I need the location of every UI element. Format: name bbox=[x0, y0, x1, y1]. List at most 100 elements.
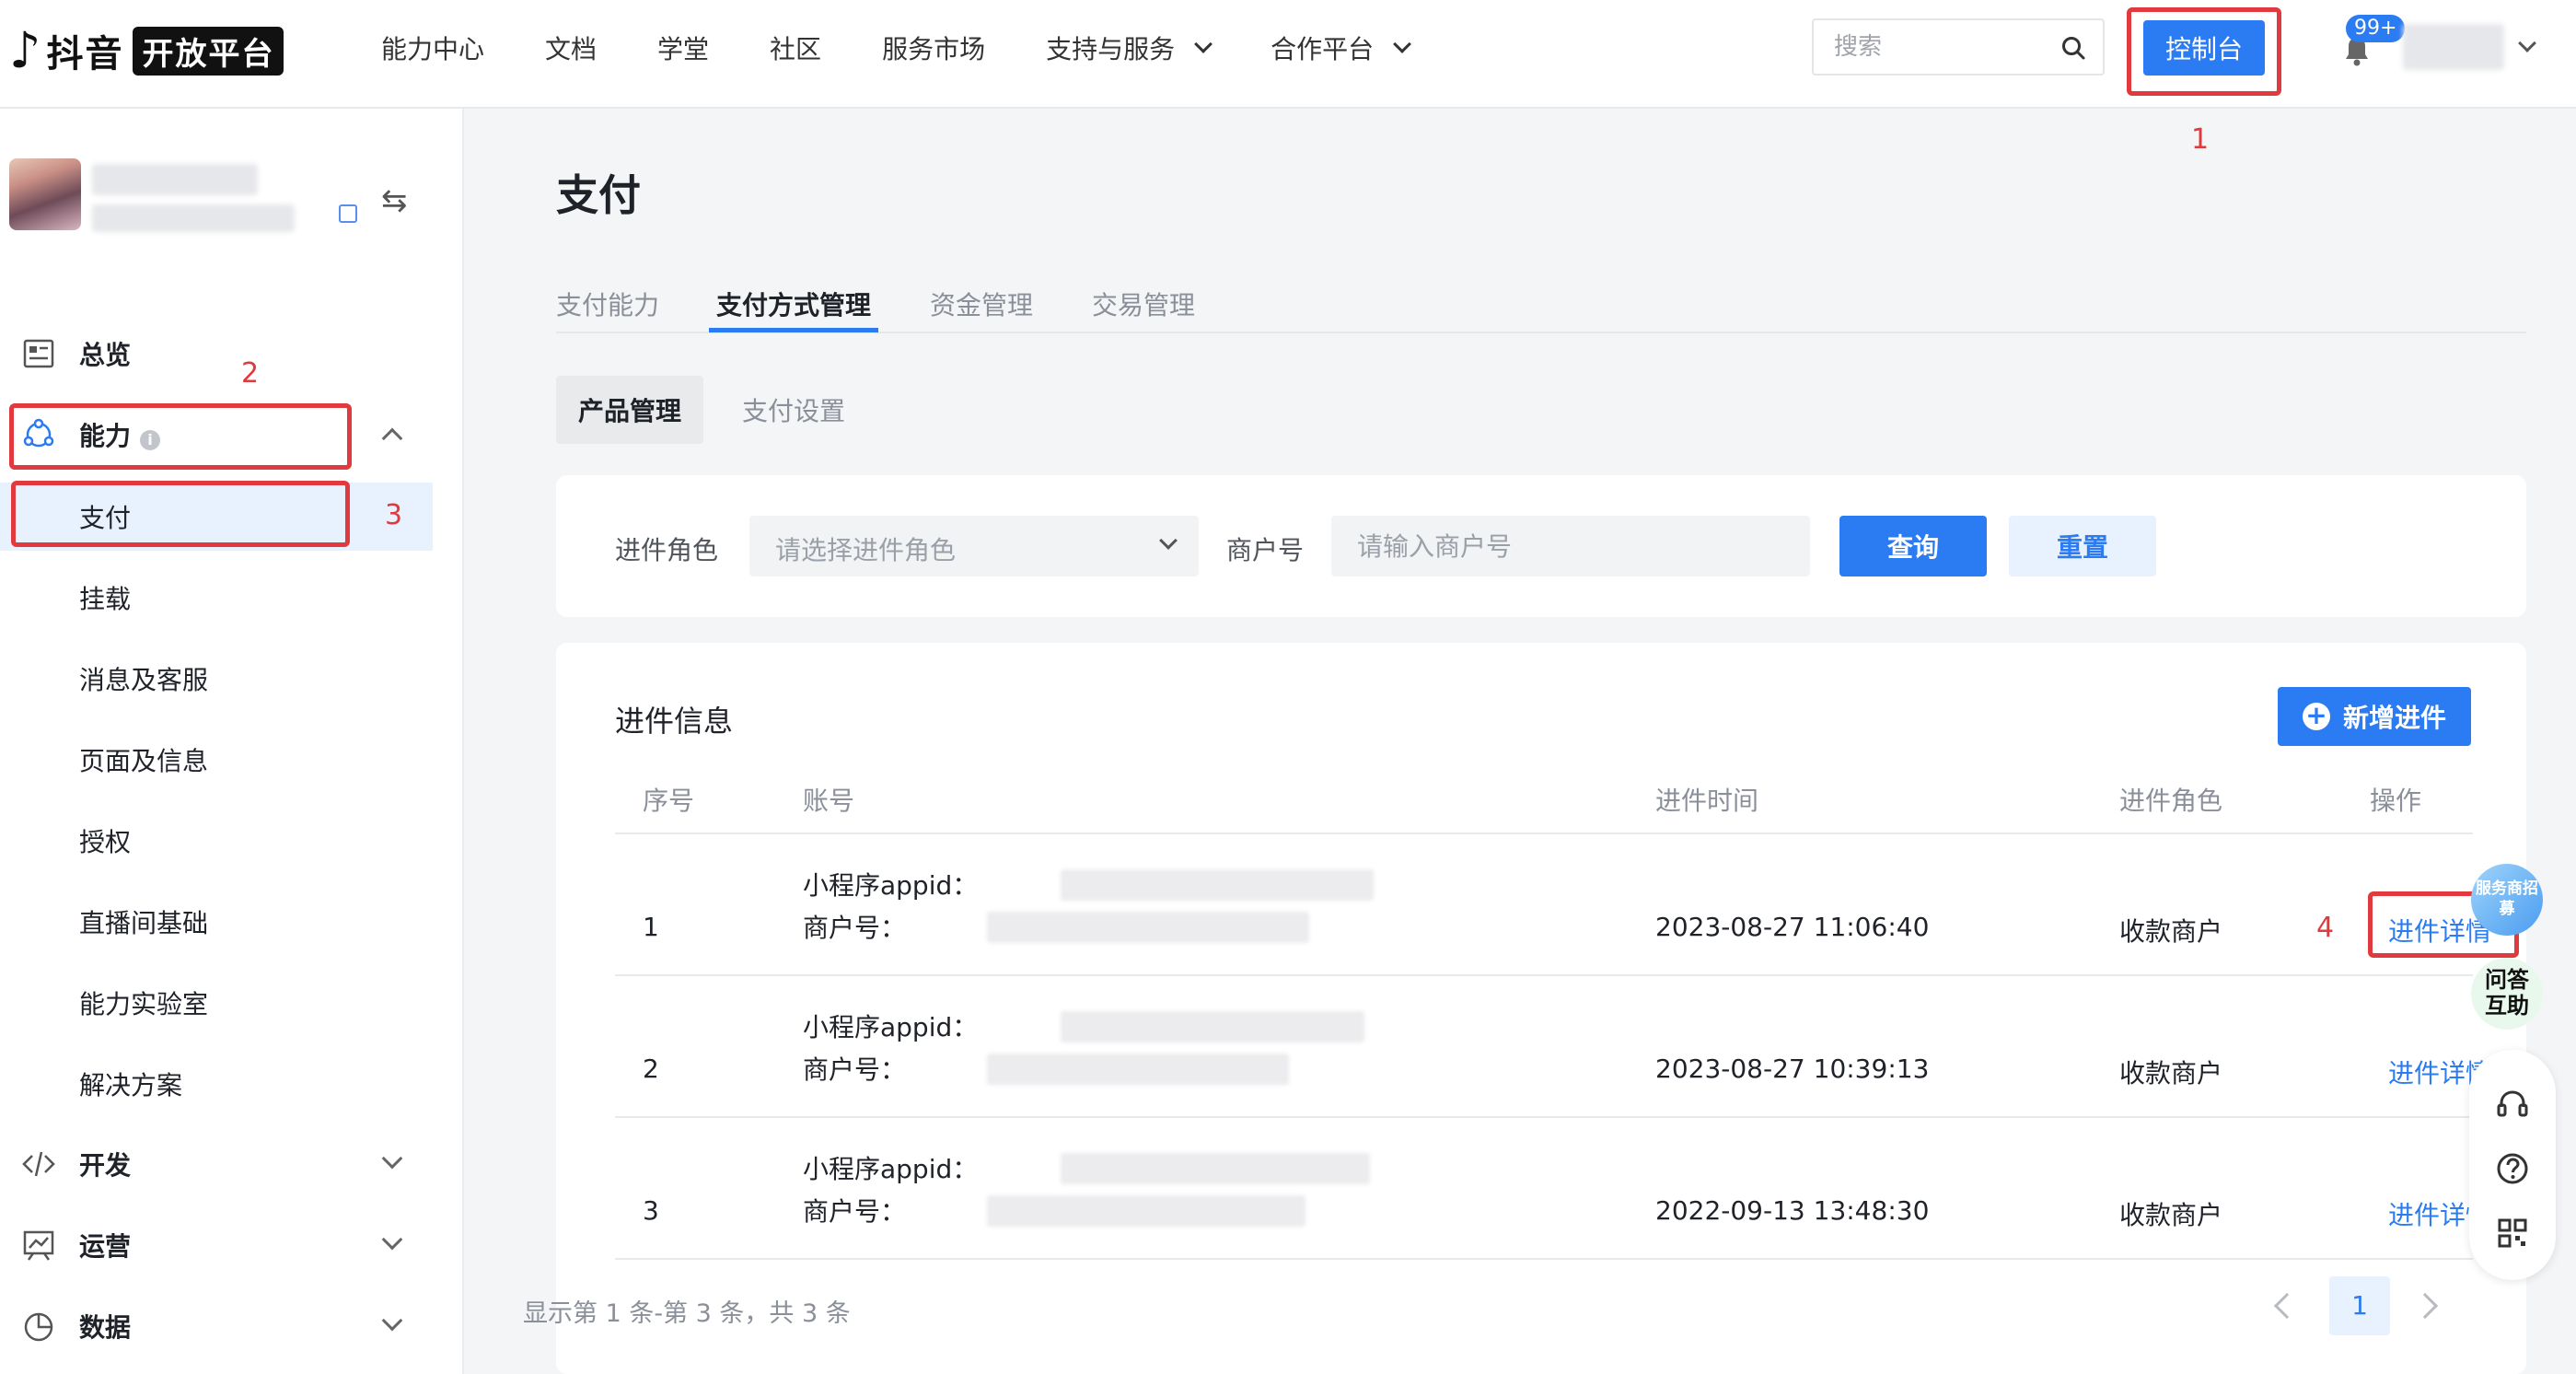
subtab-payment-settings[interactable]: 支付设置 bbox=[720, 376, 867, 444]
douyin-open-platform-logo[interactable]: ♪ 抖音 开放平台 bbox=[9, 23, 284, 78]
chevron-down-icon bbox=[1393, 35, 1412, 53]
chevron-down-icon bbox=[381, 1310, 403, 1332]
appid-value-redacted bbox=[1061, 1011, 1364, 1042]
trend-chart-icon bbox=[23, 1230, 54, 1261]
pagination-summary: 显示第 1 条-第 3 条，共 3 条 bbox=[523, 1299, 851, 1328]
account-id-redacted bbox=[92, 204, 295, 232]
role-label: 进件角色 bbox=[615, 535, 719, 565]
records-title: 进件信息 bbox=[615, 704, 734, 739]
nav-item-partner[interactable]: 合作平台 bbox=[1271, 29, 1412, 66]
service-recruit-widget[interactable]: 服务商招募 bbox=[2471, 864, 2543, 936]
page-title: 支付 bbox=[556, 170, 641, 220]
role-select[interactable]: 请选择进件角色 bbox=[749, 516, 1199, 576]
row-time: 2023-08-27 11:06:40 bbox=[1655, 912, 1930, 942]
floating-toolbar bbox=[2469, 1050, 2556, 1280]
sidebar-item-label: 数据 bbox=[79, 1312, 132, 1343]
sidebar-item-message-service[interactable]: 消息及客服 bbox=[0, 645, 433, 713]
tab-payment-ability[interactable]: 支付能力 bbox=[556, 285, 659, 322]
row-role: 收款商户 bbox=[2119, 1200, 2223, 1230]
column-header-account: 账号 bbox=[803, 786, 855, 816]
subtab-product-management[interactable]: 产品管理 bbox=[556, 376, 704, 444]
nav-item-academy[interactable]: 学堂 bbox=[657, 29, 709, 66]
sidebar-item-page-info[interactable]: 页面及信息 bbox=[0, 726, 433, 794]
table-divider bbox=[615, 1258, 2473, 1260]
merchant-number-input[interactable] bbox=[1331, 516, 1810, 576]
switch-account-icon[interactable]: ⇆ bbox=[381, 182, 408, 219]
table-divider bbox=[615, 833, 2473, 834]
highlight-box-console bbox=[2127, 7, 2281, 96]
row-index: 2 bbox=[643, 1054, 659, 1084]
sidebar-item-overview[interactable]: 总览 bbox=[0, 317, 464, 390]
help-icon[interactable] bbox=[2495, 1151, 2530, 1186]
copy-icon[interactable] bbox=[339, 204, 357, 223]
tab-bar: 支付能力 支付方式管理 资金管理 交易管理 bbox=[556, 265, 2526, 333]
sidebar-item-label: 总览 bbox=[79, 340, 132, 370]
qr-code-icon[interactable] bbox=[2495, 1216, 2530, 1251]
account-name-redacted bbox=[92, 164, 258, 195]
code-icon bbox=[22, 1151, 55, 1177]
merchant-id-label: 商户号： bbox=[803, 1054, 907, 1085]
merchant-id-label: 商户号： bbox=[803, 913, 907, 943]
nav-item-ability-center[interactable]: 能力中心 bbox=[381, 29, 484, 66]
chevron-down-icon bbox=[381, 1228, 403, 1251]
row-index: 1 bbox=[643, 912, 659, 942]
chevron-down-icon bbox=[1159, 531, 1178, 550]
merchant-id-redacted bbox=[987, 1054, 1289, 1085]
nav-item-community[interactable]: 社区 bbox=[770, 29, 821, 66]
merchant-id-redacted bbox=[987, 1195, 1305, 1227]
appid-label: 小程序appid： bbox=[803, 1012, 979, 1042]
appid-value-redacted bbox=[1061, 869, 1374, 901]
reset-button[interactable]: 重置 bbox=[2009, 516, 2156, 576]
table-divider bbox=[615, 1116, 2473, 1118]
nav-item-docs[interactable]: 文档 bbox=[545, 29, 597, 66]
chevron-down-icon[interactable] bbox=[2518, 34, 2536, 52]
sidebar-item-mount[interactable]: 挂载 bbox=[0, 564, 433, 632]
page-number-current[interactable]: 1 bbox=[2329, 1276, 2390, 1335]
records-card: 进件信息 + 新增进件 序号 账号 进件时间 进件角色 操作 1 小程序appid… bbox=[556, 643, 2526, 1374]
appid-value-redacted bbox=[1061, 1153, 1370, 1184]
tab-payment-method-management[interactable]: 支付方式管理 bbox=[716, 285, 871, 322]
nav-item-support[interactable]: 支持与服务 bbox=[1046, 29, 1213, 66]
sidebar-item-ability-lab[interactable]: 能力实验室 bbox=[0, 969, 433, 1037]
chevron-down-icon bbox=[1194, 35, 1213, 53]
notification-badge: 99+ bbox=[2346, 15, 2406, 42]
search-input[interactable] bbox=[1834, 31, 2046, 63]
query-button[interactable]: 查询 bbox=[1839, 516, 1987, 576]
sidebar-item-solutions[interactable]: 解决方案 bbox=[0, 1050, 433, 1118]
search-icon[interactable] bbox=[2060, 35, 2086, 61]
sidebar-item-live-room[interactable]: 直播间基础 bbox=[0, 888, 433, 956]
main-nav: 能力中心 文档 学堂 社区 服务市场 支持与服务 合作平台 bbox=[381, 0, 1469, 96]
dashboard-icon bbox=[23, 339, 54, 368]
avatar[interactable] bbox=[9, 158, 81, 230]
annotation-number-2: 2 bbox=[241, 357, 260, 390]
sidebar-item-data[interactable]: 数据 bbox=[0, 1289, 464, 1363]
search-box bbox=[1812, 18, 2105, 76]
highlight-box-ability bbox=[9, 403, 352, 470]
sidebar-item-operate[interactable]: 运营 bbox=[0, 1208, 464, 1282]
main-content: 支付 支付能力 支付方式管理 资金管理 交易管理 产品管理 支付设置 进件角色 … bbox=[464, 109, 2576, 1374]
tab-fund-management[interactable]: 资金管理 bbox=[930, 285, 1033, 322]
column-header-role: 进件角色 bbox=[2119, 786, 2223, 816]
merchant-label: 商户号 bbox=[1226, 535, 1305, 565]
column-header-time: 进件时间 bbox=[1655, 786, 1759, 816]
column-header-action: 操作 bbox=[2370, 786, 2422, 816]
row-time: 2022-09-13 13:48:30 bbox=[1655, 1195, 1930, 1226]
pie-chart-icon bbox=[24, 1312, 53, 1342]
active-tab-indicator bbox=[709, 328, 878, 332]
logo-text: 抖音 bbox=[46, 33, 124, 76]
headset-icon[interactable] bbox=[2495, 1087, 2530, 1122]
sidebar-item-authorization[interactable]: 授权 bbox=[0, 807, 433, 875]
chevron-up-icon bbox=[381, 427, 403, 449]
tab-transaction-management[interactable]: 交易管理 bbox=[1092, 285, 1195, 322]
row-role: 收款商户 bbox=[2119, 916, 2223, 947]
row-role: 收款商户 bbox=[2119, 1058, 2223, 1089]
sidebar-item-label: 运营 bbox=[79, 1231, 132, 1262]
user-name-redacted[interactable] bbox=[2403, 24, 2504, 70]
nav-item-service-market[interactable]: 服务市场 bbox=[882, 29, 985, 66]
appid-label: 小程序appid： bbox=[803, 870, 979, 901]
filter-card: 进件角色 请选择进件角色 商户号 查询 重置 bbox=[556, 475, 2526, 617]
top-navbar: ♪ 抖音 开放平台 能力中心 文档 学堂 社区 服务市场 支持与服务 合作平台 … bbox=[0, 0, 2576, 109]
add-onboarding-button[interactable]: + 新增进件 bbox=[2278, 687, 2471, 746]
sidebar-item-develop[interactable]: 开发 bbox=[0, 1127, 464, 1201]
qa-help-widget[interactable]: 问答互助 bbox=[2471, 958, 2543, 1030]
